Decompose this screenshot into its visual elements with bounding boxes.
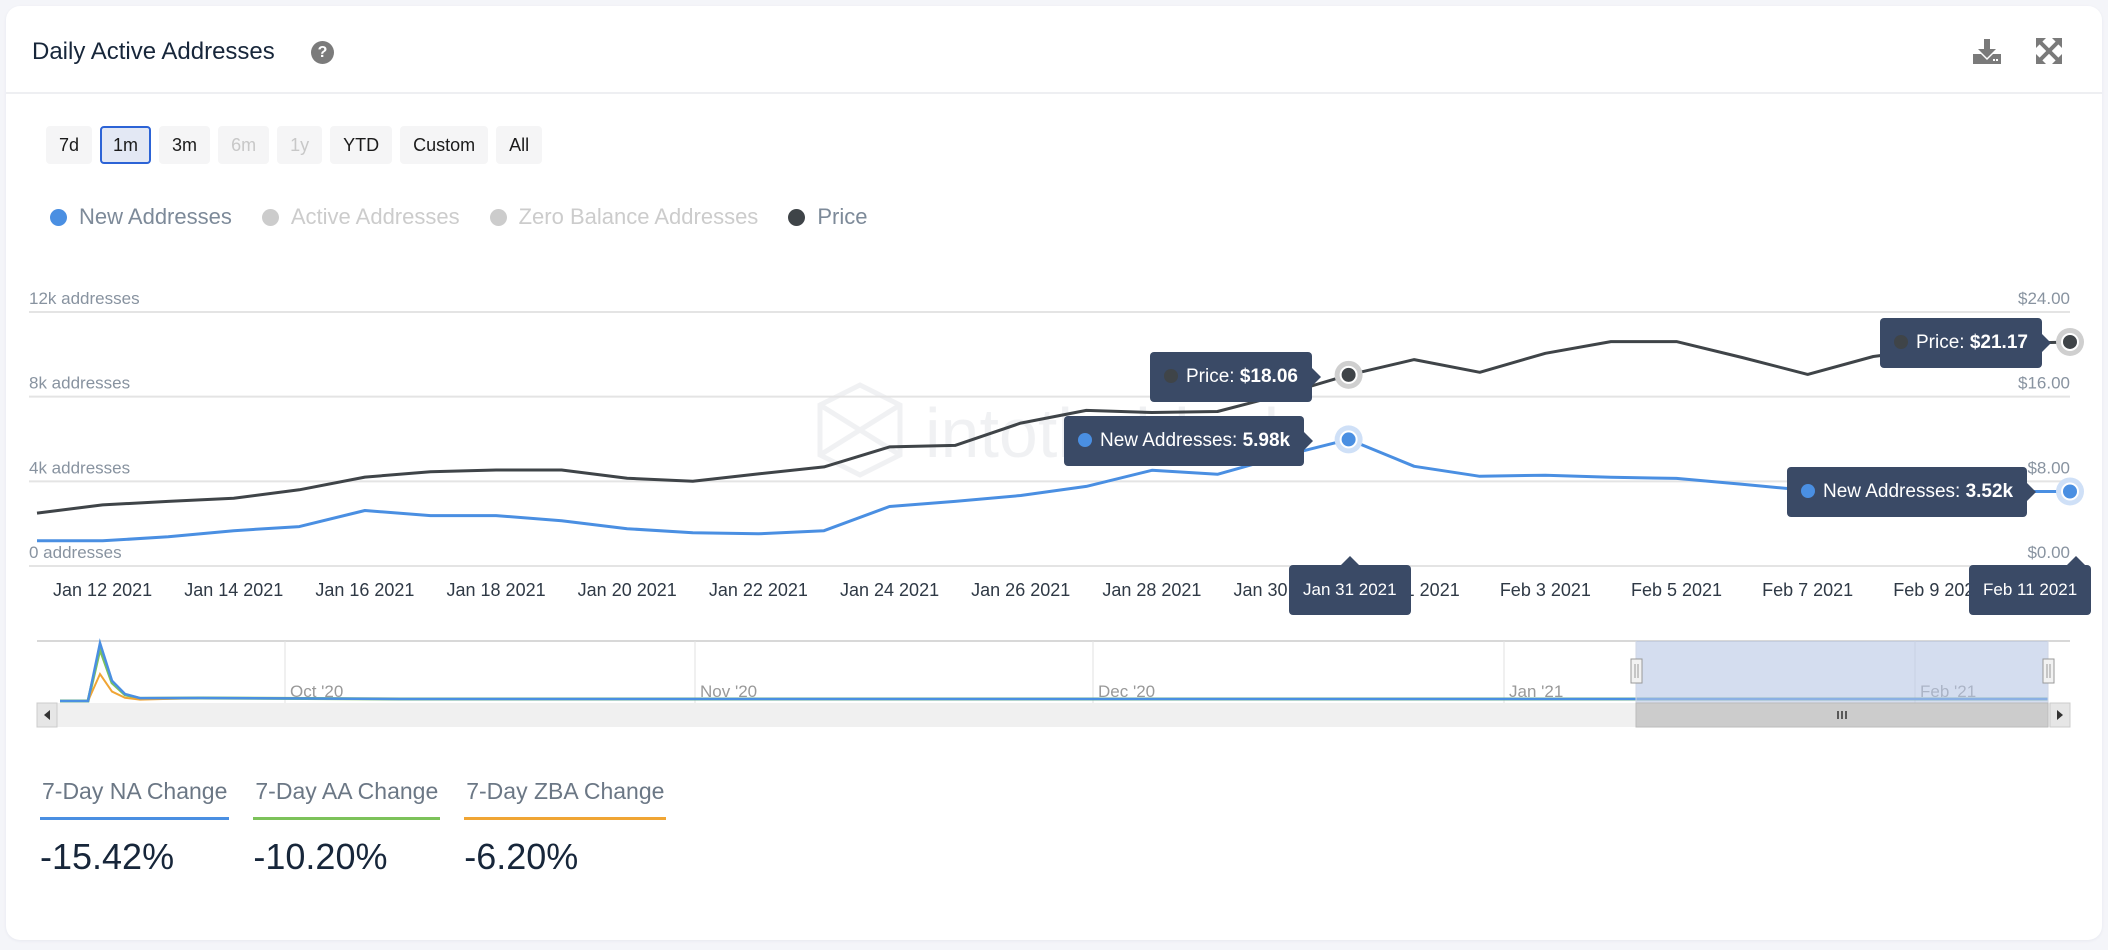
navigator-selection[interactable] [1636, 641, 2048, 703]
price-marker[interactable] [2061, 332, 2079, 351]
stat-label: 7-Day ZBA Change [464, 778, 667, 820]
stat-na-change: 7-Day NA Change -15.42% [40, 778, 230, 878]
tooltip-price-jan31: Price: $18.06 [1150, 352, 1321, 402]
stat-label: 7-Day NA Change [40, 778, 230, 820]
left-axis-tick-label: 4k addresses [29, 458, 130, 477]
date-tooltip-jan31: Jan 31 2021 [1289, 556, 1411, 615]
left-axis: 0 addresses 4k addresses 8k addresses 12k a… [29, 289, 140, 562]
x-axis-tick-label: Feb 3 2021 [1500, 580, 1591, 600]
right-axis-tick-label: $0.00 [2027, 543, 2070, 562]
right-axis-tick-label: $16.00 [2018, 374, 2070, 393]
tooltip-label: New Addresses: [1100, 430, 1243, 451]
x-axis-tick-label: Jan 24 2021 [840, 580, 939, 600]
x-axis-tick-label: Jan 14 2021 [184, 580, 283, 600]
tooltip-value: 3.52k [1965, 481, 2014, 502]
x-axis-tick-label: Jan 26 2021 [971, 580, 1070, 600]
new-addresses-marker[interactable] [1339, 430, 1358, 449]
tooltip-price-feb11: Price: $21.17 [1880, 318, 2051, 368]
stat-value: -10.20% [253, 836, 388, 877]
x-axis-tick-label: Jan 20 2021 [578, 580, 677, 600]
stat-label: 7-Day AA Change [253, 778, 441, 820]
x-axis-tick-label: Feb 5 2021 [1631, 580, 1722, 600]
tooltip-label: Price: [1186, 366, 1240, 387]
change-stats: 7-Day NA Change -15.42% 7-Day AA Change … [40, 778, 667, 878]
series-dot-icon [1894, 335, 1908, 349]
watermark-logo-icon [817, 382, 903, 478]
tooltip-new-addresses-feb11: New Addresses: 3.52k [1787, 467, 2037, 517]
stat-zba-change: 7-Day ZBA Change -6.20% [464, 778, 667, 878]
series-dot-icon [1078, 433, 1092, 447]
series-dot-icon [1801, 484, 1815, 498]
date-tooltip-feb11: Feb 11 2021 [1969, 556, 2092, 615]
x-axis-tick-label: Feb 7 2021 [1762, 580, 1853, 600]
x-axis-tick-label: Jan 12 2021 [53, 580, 152, 600]
right-axis-tick-label: $8.00 [2027, 458, 2070, 477]
tooltip-new-addresses-jan31: New Addresses: 5.98k [1064, 416, 1314, 466]
x-axis: Jan 12 2021 Jan 14 2021 Jan 16 2021 Jan 18 … [53, 580, 1984, 600]
left-axis-tick-label: 0 addresses [29, 543, 122, 562]
left-axis-tick-label: 8k addresses [29, 374, 130, 393]
x-axis-tick-label: Jan 22 2021 [709, 580, 808, 600]
left-axis-tick-label: 12k addresses [29, 289, 140, 308]
tooltip-label: New Addresses: [1823, 481, 1966, 502]
navigator-handle-right[interactable] [2042, 658, 2055, 684]
new-addresses-marker[interactable] [2061, 482, 2079, 501]
stat-value: -15.42% [40, 836, 175, 877]
tooltip-label: Price: [1916, 332, 1970, 353]
stat-aa-change: 7-Day AA Change -10.20% [253, 778, 441, 878]
x-axis-tick-label: Jan 16 2021 [315, 580, 414, 600]
x-axis-tick-label: Jan 28 2021 [1102, 580, 1201, 600]
tooltip-value: $21.17 [1969, 332, 2028, 353]
right-axis-tick-label: $24.00 [2018, 289, 2070, 308]
navigator-handle-left[interactable] [1630, 658, 1643, 684]
tooltip-value: 5.98k [1242, 430, 1291, 451]
price-marker[interactable] [1339, 365, 1358, 384]
tooltip-value: $18.06 [1239, 366, 1298, 387]
x-axis-tick-label: Jan 18 2021 [447, 580, 546, 600]
series-dot-icon [1164, 369, 1178, 383]
stat-value: -6.20% [464, 836, 579, 877]
navigator[interactable]: Oct '20Nov '20Dec '20Jan '21Feb '21 [36, 638, 2071, 728]
